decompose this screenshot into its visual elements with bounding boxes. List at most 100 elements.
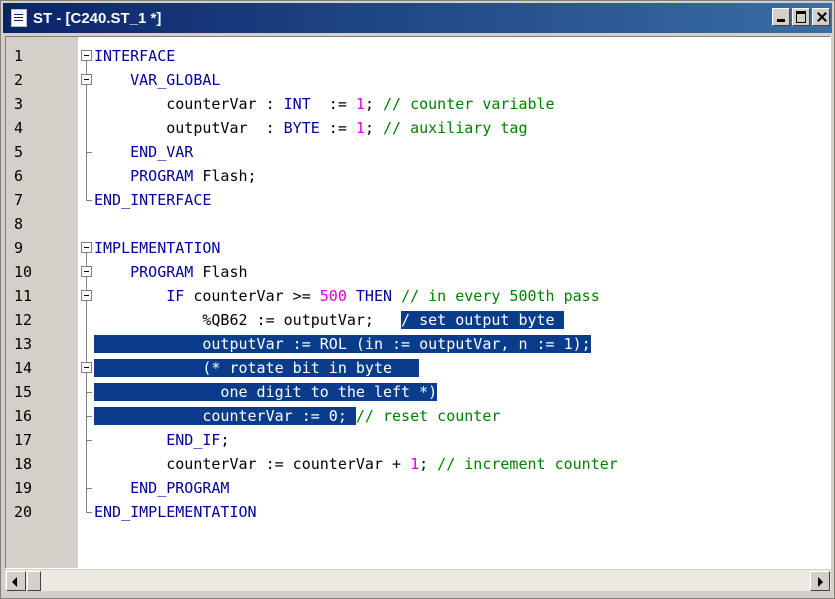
close-button[interactable]: [812, 8, 830, 26]
fold-guide-tick: [86, 200, 92, 201]
code-line[interactable]: 8: [6, 212, 830, 236]
line-number: 8: [14, 215, 24, 233]
collapse-icon[interactable]: [81, 50, 92, 61]
collapse-icon[interactable]: [81, 266, 92, 277]
number-token: 500: [319, 287, 347, 305]
arrow-right-icon: [818, 577, 823, 587]
code-line[interactable]: 1 INTERFACE: [6, 44, 830, 68]
fold-guide-line: [86, 308, 87, 332]
code-line[interactable]: 11 IF counterVar >= 500 THEN // in every…: [6, 284, 830, 308]
line-number: 14: [14, 359, 33, 377]
fold-toggle-icon[interactable]: [78, 284, 93, 308]
collapse-icon[interactable]: [81, 242, 92, 253]
code-line[interactable]: 4 outputVar : BYTE := 1; // auxiliary ta…: [6, 116, 830, 140]
code-line[interactable]: 17 END_IF;: [6, 428, 830, 452]
code-line[interactable]: 15 one digit to the left *): [6, 380, 830, 404]
keyword-token: THEN: [355, 287, 393, 305]
code-line[interactable]: 16 counterVar := 0; // reset counter: [6, 404, 830, 428]
fold-toggle-icon[interactable]: [78, 356, 93, 380]
keyword-token: INT: [283, 95, 311, 113]
minimize-button[interactable]: [772, 8, 790, 26]
keyword-token: VAR_GLOBAL: [130, 71, 221, 89]
code-line[interactable]: 20 END_IMPLEMENTATION: [6, 500, 830, 524]
line-number: 5: [14, 143, 24, 161]
code-line[interactable]: 6 PROGRAM Flash;: [6, 164, 830, 188]
scroll-right-button[interactable]: [810, 571, 830, 591]
collapse-icon[interactable]: [81, 362, 92, 373]
keyword-token: BYTE: [283, 119, 320, 137]
selected-text: / set output byte: [401, 311, 564, 329]
code-token: %QB62 := outputVar;: [94, 311, 402, 329]
selected-text: one digit to the left *): [94, 383, 438, 401]
keyword-token: IMPLEMENTATION: [94, 239, 221, 257]
line-number: 6: [14, 167, 24, 185]
code-editor[interactable]: 1 INTERFACE 2 VAR_GLOBAL 3 counterVar : INT…: [5, 36, 831, 569]
maximize-button[interactable]: [792, 8, 810, 26]
code-text: (* rotate bit in byte: [94, 356, 420, 380]
fold-guide: [78, 404, 93, 428]
code-text: END_IF;: [94, 428, 229, 452]
line-number: 20: [14, 503, 33, 521]
line-number: 11: [14, 287, 33, 305]
code-line[interactable]: 14 (* rotate bit in byte: [6, 356, 830, 380]
selected-text: counterVar := 0;: [94, 407, 356, 425]
fold-toggle-icon[interactable]: [78, 236, 93, 260]
code-token: counterVar >=: [184, 287, 320, 305]
line-number: 1: [14, 47, 24, 65]
keyword-token: END_IF: [166, 431, 221, 449]
code-text: PROGRAM Flash: [94, 260, 248, 284]
code-token: Flash: [193, 263, 248, 281]
fold-guide: [78, 92, 93, 116]
title-bar[interactable]: ST - [C240.ST_1 *]: [3, 3, 832, 33]
code-line[interactable]: 7 END_INTERFACE: [6, 188, 830, 212]
line-number: 7: [14, 191, 24, 209]
code-token: counterVar := counterVar +: [94, 455, 411, 473]
fold-guide: [78, 212, 93, 236]
fold-guide-tick: [86, 488, 92, 489]
fold-toggle-icon[interactable]: [78, 44, 93, 68]
code-line[interactable]: 18 counterVar := counterVar + 1; // incr…: [6, 452, 830, 476]
collapse-icon[interactable]: [81, 290, 92, 301]
horizontal-scrollbar[interactable]: [5, 569, 831, 591]
code-line[interactable]: 2 VAR_GLOBAL: [6, 68, 830, 92]
selected-text: (* rotate bit in byte: [94, 359, 420, 377]
fold-toggle-icon[interactable]: [78, 260, 93, 284]
comment-token: // counter variable: [383, 95, 555, 113]
fold-guide: [78, 452, 93, 476]
code-text: END_IMPLEMENTATION: [94, 500, 257, 524]
fold-guide-line: [86, 92, 87, 116]
fold-guide-line: [86, 332, 87, 356]
fold-guide-tick: [86, 152, 92, 153]
fold-guide: [78, 500, 93, 524]
fold-guide: [78, 164, 93, 188]
fold-guide: [78, 428, 93, 452]
code-token: :=: [319, 119, 356, 137]
line-number: 15: [14, 383, 33, 401]
keyword-token: END_PROGRAM: [130, 479, 230, 497]
code-text: INTERFACE: [94, 44, 175, 68]
fold-guide-line: [86, 500, 87, 512]
fold-toggle-icon[interactable]: [78, 68, 93, 92]
code-line[interactable]: 13 outputVar := ROL (in := outputVar, n …: [6, 332, 830, 356]
number-token: 1: [355, 95, 365, 113]
code-token: :=: [310, 95, 356, 113]
code-line[interactable]: 5 END_VAR: [6, 140, 830, 164]
scroll-thumb[interactable]: [27, 571, 41, 591]
code-text: END_PROGRAM: [94, 476, 229, 500]
fold-guide-line: [86, 116, 87, 140]
code-line[interactable]: 12 %QB62 := outputVar; / set output byte: [6, 308, 830, 332]
code-text: PROGRAM Flash;: [94, 164, 256, 188]
code-line[interactable]: 3 counterVar : INT := 1; // counter vari…: [6, 92, 830, 116]
number-token: 1: [410, 455, 420, 473]
fold-guide-tick: [86, 440, 92, 441]
collapse-icon[interactable]: [81, 74, 92, 85]
code-line[interactable]: 19 END_PROGRAM: [6, 476, 830, 500]
code-line[interactable]: 10 PROGRAM Flash: [6, 260, 830, 284]
scroll-left-button[interactable]: [6, 571, 26, 591]
code-line[interactable]: 9 IMPLEMENTATION: [6, 236, 830, 260]
